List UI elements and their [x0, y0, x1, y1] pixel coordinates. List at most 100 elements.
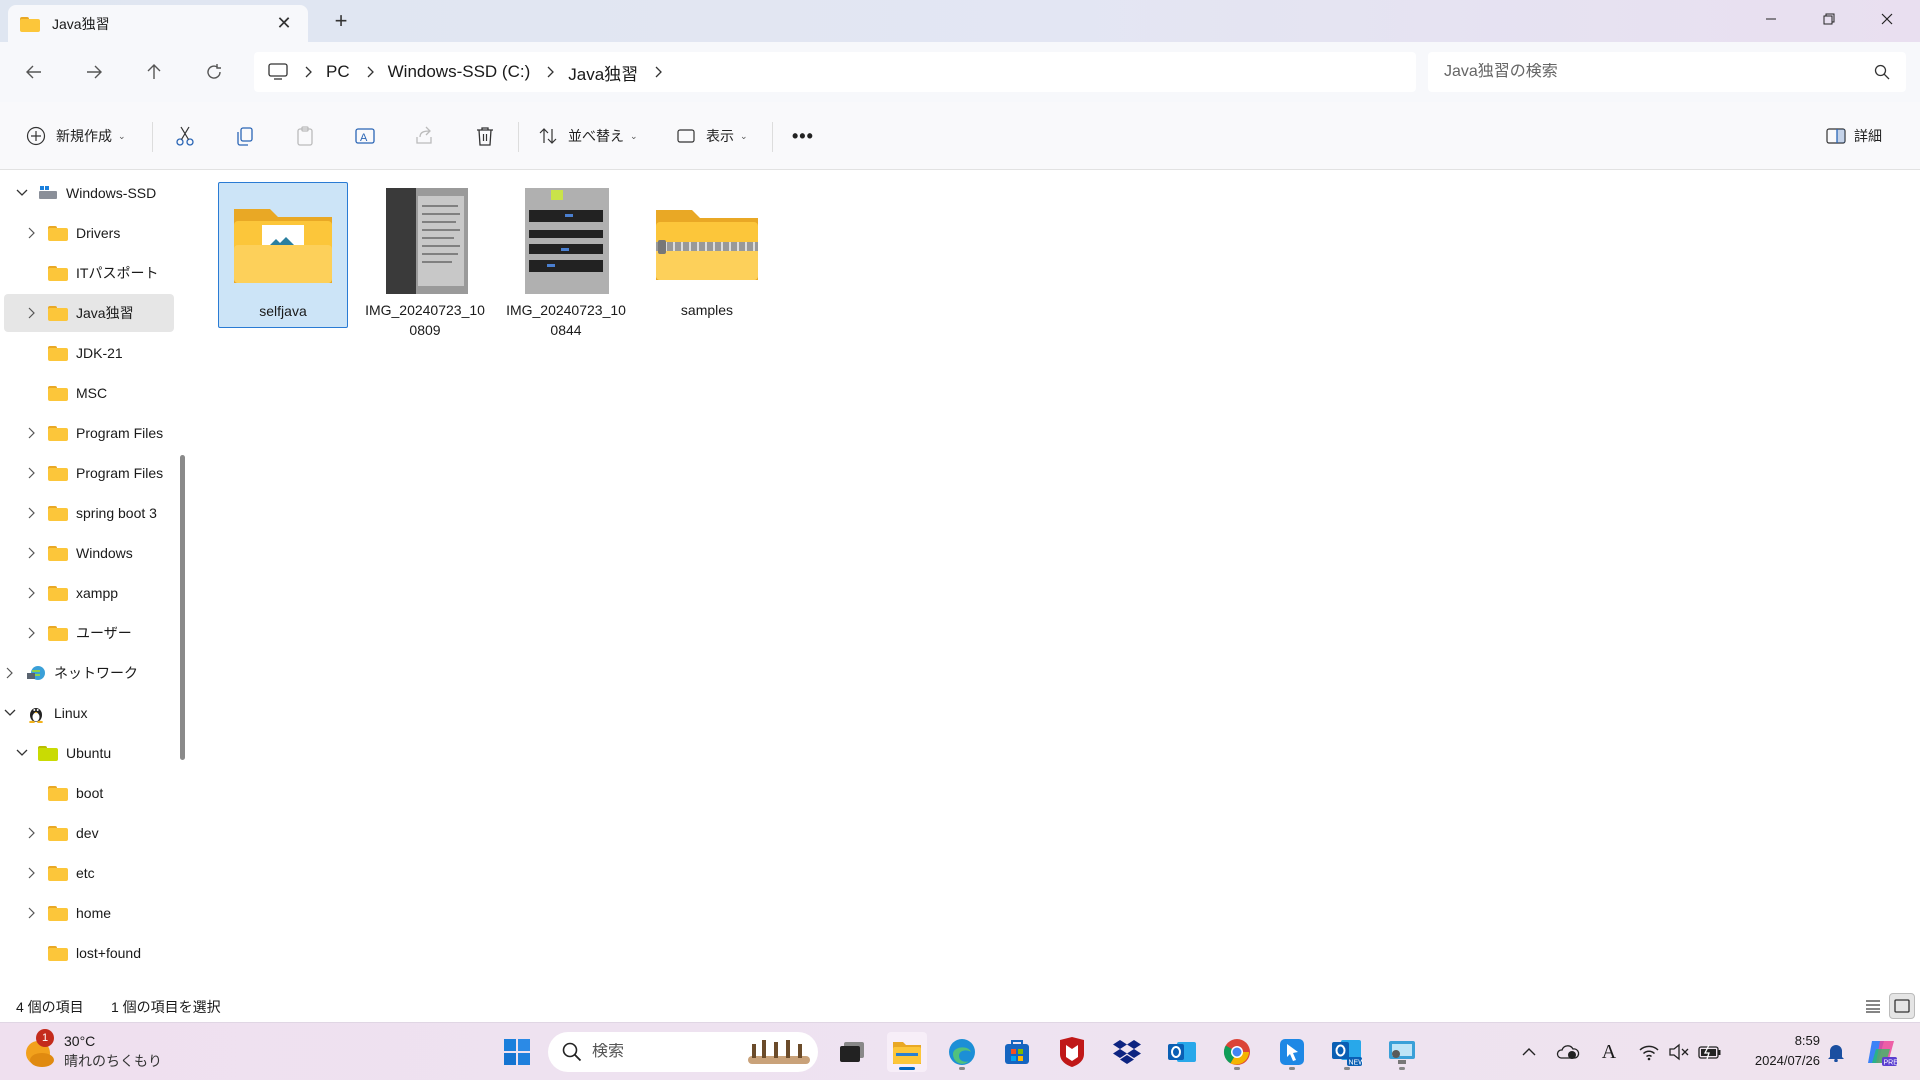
view-button[interactable]: 表示 ⌄ — [676, 116, 748, 156]
sidebar-item[interactable]: spring boot 3 — [4, 494, 174, 532]
sidebar-item[interactable]: Java独習 — [4, 294, 174, 332]
chevron-right-icon[interactable] — [24, 505, 40, 521]
volume-tray-icon[interactable] — [1666, 1037, 1692, 1067]
ime-indicator[interactable]: A — [1598, 1037, 1620, 1067]
task-view-button[interactable] — [832, 1032, 872, 1072]
chevron-down-icon[interactable] — [4, 705, 18, 721]
remote-desktop-taskbar-button[interactable] — [1382, 1032, 1422, 1072]
copilot-icon: PRE — [1868, 1041, 1898, 1066]
onedrive-tray-icon[interactable] — [1554, 1037, 1582, 1067]
chevron-right-icon[interactable] — [24, 585, 40, 601]
chevron-right-icon[interactable] — [24, 425, 40, 441]
wifi-tray-icon[interactable] — [1636, 1037, 1662, 1067]
sidebar-item[interactable]: Windows-SSD — [4, 174, 174, 212]
taskbar-search[interactable] — [548, 1032, 818, 1072]
chevron-right-icon[interactable] — [24, 625, 40, 641]
edge-taskbar-button[interactable] — [942, 1032, 982, 1072]
file-item[interactable]: IMG_20240723_100809 — [360, 182, 490, 338]
chevron-right-icon[interactable] — [654, 66, 663, 78]
cut-button[interactable] — [174, 116, 196, 156]
restore-button[interactable] — [1806, 4, 1852, 34]
sidebar-item[interactable]: ネットワーク — [4, 654, 174, 692]
mcafee-taskbar-button[interactable] — [1052, 1032, 1092, 1072]
sidebar-item[interactable]: ユーザー — [4, 614, 174, 652]
address-bar[interactable]: PC Windows-SSD (C:) Java独習 — [254, 52, 1416, 92]
taskbar-search-input[interactable] — [592, 1043, 712, 1061]
start-button[interactable] — [497, 1032, 537, 1072]
sort-button[interactable]: 並べ替え ⌄ — [538, 116, 638, 156]
outlook-taskbar-button[interactable] — [1162, 1032, 1202, 1072]
chevron-right-icon[interactable] — [24, 465, 40, 481]
tab-java[interactable]: Java独習 ✕ — [8, 5, 308, 42]
notifications-button[interactable] — [1824, 1037, 1848, 1067]
file-item[interactable]: samples — [642, 182, 772, 328]
chevron-down-icon[interactable] — [14, 745, 30, 761]
running-indicator — [1399, 1067, 1405, 1070]
chevron-up-icon — [1522, 1048, 1536, 1056]
chevron-right-icon[interactable] — [24, 825, 40, 841]
breadcrumb-folder[interactable]: Java独習 — [568, 60, 638, 85]
sidebar-item[interactable]: Program Files — [4, 414, 174, 452]
details-button[interactable]: 詳細 — [1826, 116, 1882, 156]
sidebar-item[interactable]: Program Files — [4, 454, 174, 492]
close-tab-icon[interactable]: ✕ — [272, 13, 296, 34]
chrome-taskbar-button[interactable] — [1217, 1032, 1257, 1072]
pointer-app-taskbar-button[interactable] — [1272, 1032, 1312, 1072]
chevron-right-icon[interactable] — [546, 66, 555, 78]
sidebar-item[interactable]: etc — [4, 854, 174, 892]
minimize-button[interactable] — [1748, 4, 1794, 34]
sidebar-scrollbar[interactable] — [180, 455, 185, 760]
sidebar-item[interactable]: dev — [4, 814, 174, 852]
sidebar-item[interactable]: Ubuntu — [4, 734, 174, 772]
chevron-right-icon[interactable] — [24, 305, 40, 321]
search-input[interactable] — [1444, 63, 1874, 81]
sidebar-item[interactable]: Linux — [4, 694, 174, 732]
sidebar-item[interactable]: Drivers — [4, 214, 174, 252]
share-button[interactable] — [414, 116, 436, 156]
sidebar-item[interactable]: xampp — [4, 574, 174, 612]
file-explorer-taskbar-button[interactable] — [887, 1032, 927, 1072]
forward-button[interactable] — [76, 54, 112, 90]
chevron-right-icon[interactable] — [4, 665, 18, 681]
copy-button[interactable] — [234, 116, 256, 156]
close-window-button[interactable] — [1864, 4, 1910, 34]
sidebar-item[interactable]: lost+found — [4, 934, 174, 972]
large-icons-view-button[interactable] — [1889, 993, 1915, 1019]
dropbox-taskbar-button[interactable] — [1107, 1032, 1147, 1072]
sidebar-item[interactable]: Windows — [4, 534, 174, 572]
up-button[interactable] — [136, 54, 172, 90]
breadcrumb-pc[interactable]: PC — [326, 62, 350, 82]
rename-button[interactable]: A — [354, 116, 376, 156]
search-box[interactable] — [1428, 52, 1906, 92]
new-button[interactable]: 新規作成 ⌄ — [26, 116, 126, 156]
chevron-right-icon[interactable] — [304, 66, 312, 78]
show-hidden-icons-button[interactable] — [1518, 1037, 1540, 1067]
sidebar-item[interactable]: home — [4, 894, 174, 932]
chevron-right-icon[interactable] — [24, 225, 40, 241]
new-tab-button[interactable]: + — [328, 8, 354, 34]
chevron-right-icon[interactable] — [24, 865, 40, 881]
sidebar-item[interactable]: ITパスポート — [4, 254, 174, 292]
details-view-button[interactable] — [1860, 993, 1886, 1019]
file-item[interactable]: IMG_20240723_100844 — [501, 182, 631, 338]
file-item[interactable]: selfjava — [218, 182, 348, 328]
breadcrumb-drive[interactable]: Windows-SSD (C:) — [388, 62, 531, 82]
clock[interactable]: 8:59 2024/07/26 — [1728, 1031, 1820, 1071]
sidebar-item[interactable]: JDK-21 — [4, 334, 174, 372]
sidebar-item[interactable]: boot — [4, 774, 174, 812]
chevron-right-icon[interactable] — [366, 66, 374, 78]
search-icon[interactable] — [1874, 64, 1890, 80]
sidebar-item[interactable]: MSC — [4, 374, 174, 412]
refresh-button[interactable] — [196, 54, 232, 90]
back-button[interactable] — [16, 54, 52, 90]
outlook-new-taskbar-button[interactable]: NEW — [1327, 1032, 1367, 1072]
copilot-button[interactable]: PRE — [1864, 1037, 1900, 1067]
battery-tray-icon[interactable] — [1696, 1037, 1724, 1067]
chevron-down-icon[interactable] — [14, 185, 30, 201]
paste-button[interactable] — [294, 116, 316, 156]
more-options-button[interactable]: ••• — [792, 116, 814, 156]
delete-button[interactable] — [474, 116, 496, 156]
chevron-right-icon[interactable] — [24, 545, 40, 561]
store-taskbar-button[interactable] — [997, 1032, 1037, 1072]
chevron-right-icon[interactable] — [24, 905, 40, 921]
